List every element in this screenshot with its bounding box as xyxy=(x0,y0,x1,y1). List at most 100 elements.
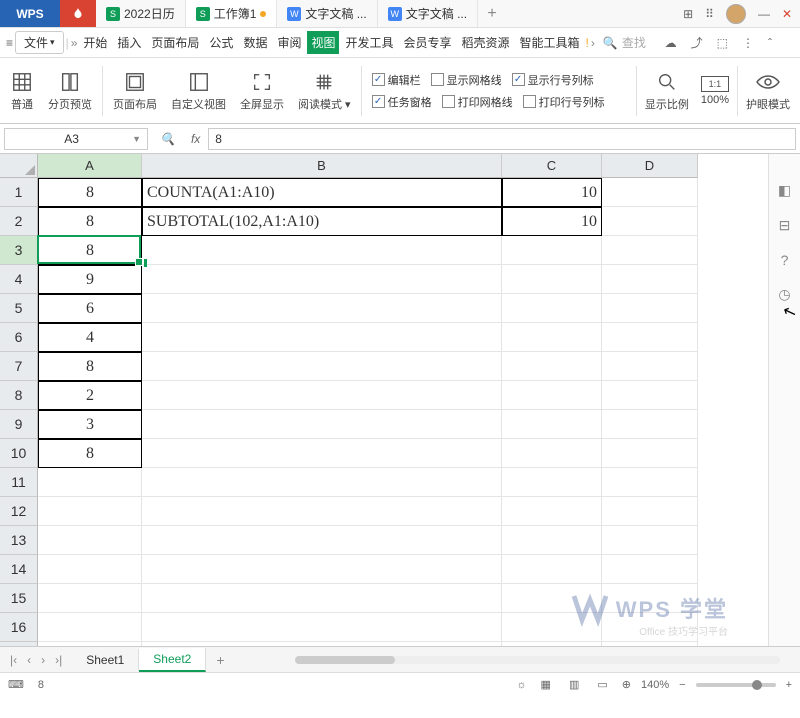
row-header-10[interactable]: 10 xyxy=(0,439,38,468)
cell-D14[interactable] xyxy=(602,555,698,584)
zoom-ratio[interactable]: 显示比例 xyxy=(639,58,695,123)
apps-icon[interactable]: ⠿ xyxy=(705,7,714,21)
cell-A16[interactable] xyxy=(38,613,142,642)
ime-icon[interactable]: ⌨ xyxy=(8,678,24,691)
row-header-1[interactable]: 1 xyxy=(0,178,38,207)
row-header-12[interactable]: 12 xyxy=(0,497,38,526)
cell-A12[interactable] xyxy=(38,497,142,526)
row-header-6[interactable]: 6 xyxy=(0,323,38,352)
cell-C15[interactable] xyxy=(502,584,602,613)
cell-C14[interactable] xyxy=(502,555,602,584)
menu-smarttools[interactable]: 智能工具箱 xyxy=(516,31,584,54)
cell-C9[interactable] xyxy=(502,410,602,439)
new-tab-button[interactable]: + xyxy=(478,0,506,27)
row-header-14[interactable]: 14 xyxy=(0,555,38,584)
cell-C4[interactable] xyxy=(502,265,602,294)
menu-member[interactable]: 会员专享 xyxy=(400,31,456,54)
doc-tab-2[interactable]: W 文字文稿 ... xyxy=(277,0,377,27)
sheet-nav-last[interactable]: ›| xyxy=(51,651,66,669)
row-header-13[interactable]: 13 xyxy=(0,526,38,555)
window-close[interactable]: ✕ xyxy=(782,7,792,21)
cell-A1[interactable]: 8 xyxy=(38,178,142,207)
eye-mode[interactable]: 护眼模式 xyxy=(740,58,796,123)
cell-C7[interactable] xyxy=(502,352,602,381)
col-header-A[interactable]: A xyxy=(38,154,142,178)
menu-view[interactable]: 视图 xyxy=(307,31,339,54)
sidebar-expand-icon[interactable]: ◧ xyxy=(778,182,791,199)
sheet-tab-1[interactable]: Sheet2 xyxy=(139,648,206,672)
menu-review[interactable]: 审阅 xyxy=(273,31,305,54)
cell-B10[interactable] xyxy=(142,439,502,468)
upload-icon[interactable]: ⬚ xyxy=(717,36,728,50)
cell-D13[interactable] xyxy=(602,526,698,555)
cell-A13[interactable] xyxy=(38,526,142,555)
cell-C11[interactable] xyxy=(502,468,602,497)
row-header-17[interactable]: 17 xyxy=(0,642,38,646)
spreadsheet-grid[interactable]: ABCD18COUNTA(A1:A10)1028SUBTOTAL(102,A1:… xyxy=(0,154,768,646)
cell-B17[interactable] xyxy=(142,642,502,646)
cell-B16[interactable] xyxy=(142,613,502,642)
cell-B11[interactable] xyxy=(142,468,502,497)
name-box[interactable]: A3 ▼ xyxy=(4,128,148,150)
view-pagelayout[interactable]: 页面布局 xyxy=(107,58,163,123)
cell-A9[interactable]: 3 xyxy=(38,410,142,439)
menu-data[interactable]: 数据 xyxy=(239,31,271,54)
menu-pagelayout[interactable]: 页面布局 xyxy=(147,31,203,54)
view-read[interactable]: 阅读模式 ▾ xyxy=(292,58,357,123)
view-normal-icon[interactable]: ▦ xyxy=(537,676,555,693)
cell-B12[interactable] xyxy=(142,497,502,526)
row-header-15[interactable]: 15 xyxy=(0,584,38,613)
doc-tab-3[interactable]: W 文字文稿 ... xyxy=(378,0,478,27)
grid-icon[interactable]: ⊞ xyxy=(683,7,693,21)
check-formulabar[interactable]: ✓编辑栏 xyxy=(372,72,421,88)
cell-C10[interactable] xyxy=(502,439,602,468)
cell-C17[interactable] xyxy=(502,642,602,646)
col-header-C[interactable]: C xyxy=(502,154,602,178)
target-icon[interactable]: ⊕ xyxy=(622,678,631,691)
cell-A8[interactable]: 2 xyxy=(38,381,142,410)
sun-icon[interactable]: ☼ xyxy=(516,679,526,691)
share-icon[interactable]: ⤴ xyxy=(691,34,703,51)
cell-B1[interactable]: COUNTA(A1:A10) xyxy=(142,178,502,207)
sheet-nav-first[interactable]: |‹ xyxy=(6,651,21,669)
row-header-5[interactable]: 5 xyxy=(0,294,38,323)
cell-C12[interactable] xyxy=(502,497,602,526)
cell-B15[interactable] xyxy=(142,584,502,613)
flame-icon[interactable] xyxy=(60,0,96,27)
col-header-D[interactable]: D xyxy=(602,154,698,178)
cell-A10[interactable]: 8 xyxy=(38,439,142,468)
check-headings[interactable]: ✓显示行号列标 xyxy=(512,72,594,88)
cell-D11[interactable] xyxy=(602,468,698,497)
menu-daoke[interactable]: 稻壳资源 xyxy=(458,31,514,54)
cell-A2[interactable]: 8 xyxy=(38,207,142,236)
row-header-4[interactable]: 4 xyxy=(0,265,38,294)
zoom-slider[interactable] xyxy=(696,683,776,687)
row-header-3[interactable]: 3 xyxy=(0,236,38,265)
cell-D10[interactable] xyxy=(602,439,698,468)
cell-A4[interactable]: 9 xyxy=(38,265,142,294)
sheet-nav-next[interactable]: › xyxy=(37,651,49,669)
cell-D5[interactable] xyxy=(602,294,698,323)
cell-B14[interactable] xyxy=(142,555,502,584)
file-menu[interactable]: 文件▾ xyxy=(15,31,64,54)
horizontal-scrollbar[interactable] xyxy=(295,653,780,667)
cell-D6[interactable] xyxy=(602,323,698,352)
cell-D12[interactable] xyxy=(602,497,698,526)
cell-D8[interactable] xyxy=(602,381,698,410)
collapse-ribbon-icon[interactable]: ˆ xyxy=(768,36,772,50)
cell-D2[interactable] xyxy=(602,207,698,236)
cell-B13[interactable] xyxy=(142,526,502,555)
cloud-icon[interactable]: ☁ xyxy=(665,36,677,50)
formula-input[interactable]: 8 xyxy=(208,128,796,150)
cell-C5[interactable] xyxy=(502,294,602,323)
zoom-in[interactable]: + xyxy=(786,679,792,691)
doc-tab-0[interactable]: S 2022日历 xyxy=(96,0,186,27)
cell-D4[interactable] xyxy=(602,265,698,294)
view-fullscreen[interactable]: 全屏显示 xyxy=(234,58,290,123)
check-printheadings[interactable]: 打印行号列标 xyxy=(523,94,605,110)
cell-B3[interactable] xyxy=(142,236,502,265)
row-header-11[interactable]: 11 xyxy=(0,468,38,497)
window-minimize[interactable]: — xyxy=(758,7,770,21)
more-icon[interactable]: ⋮ xyxy=(742,36,754,50)
zoom-value[interactable]: 140% xyxy=(641,679,669,691)
